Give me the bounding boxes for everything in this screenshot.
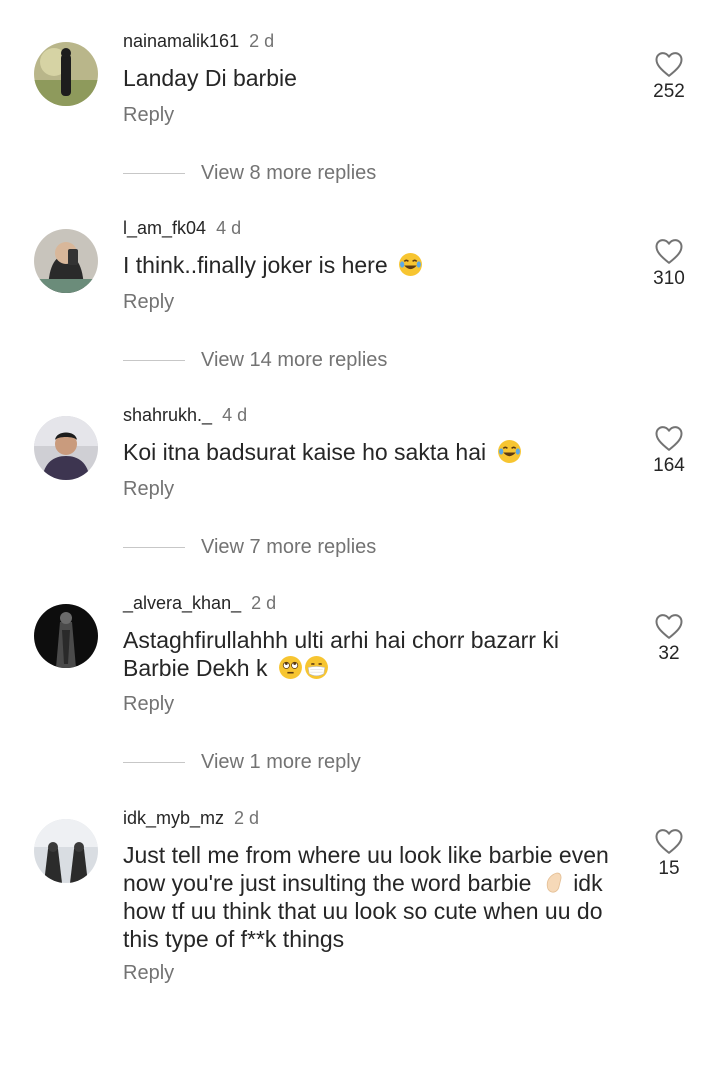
username[interactable]: _alvera_khan_ <box>123 593 241 613</box>
like-count: 310 <box>653 268 685 289</box>
timestamp: 2 d <box>251 593 277 613</box>
divider-line <box>123 762 185 763</box>
username[interactable]: idk_myb_mz <box>123 808 224 828</box>
avatar[interactable] <box>34 229 98 293</box>
avatar[interactable] <box>34 416 98 480</box>
face-with-medical-mask-emoji <box>304 656 328 679</box>
like-group: 15 <box>648 827 690 880</box>
heart-icon[interactable] <box>654 424 684 452</box>
reply-button[interactable]: Reply <box>123 962 174 985</box>
username[interactable]: l_am_fk04 <box>123 218 206 238</box>
like-count: 164 <box>653 455 685 476</box>
like-group: 310 <box>648 237 690 290</box>
like-count: 15 <box>658 858 680 879</box>
avatar[interactable] <box>34 604 98 668</box>
face-with-tears-of-joy-emoji <box>497 440 521 463</box>
view-more-replies[interactable]: View 8 more replies <box>123 162 376 188</box>
raised-hand-emoji <box>546 872 562 893</box>
divider-line <box>123 360 185 361</box>
divider-line <box>123 173 185 174</box>
heart-icon[interactable] <box>654 827 684 855</box>
reply-button[interactable]: Reply <box>123 693 174 716</box>
like-count: 32 <box>658 643 680 664</box>
face-with-tears-of-joy-emoji <box>399 253 422 276</box>
heart-icon[interactable] <box>654 612 684 640</box>
timestamp: 2 d <box>249 31 275 51</box>
timestamp: 4 d <box>222 405 248 425</box>
comment-text: I think..finally joker is here <box>123 251 633 279</box>
avatar[interactable] <box>34 42 98 106</box>
heart-icon[interactable] <box>654 50 684 78</box>
view-more-replies[interactable]: View 14 more replies <box>123 349 387 375</box>
username[interactable]: shahrukh._ <box>123 405 212 425</box>
comment-text: Astaghfirullahhh ulti arhi hai chorr baz… <box>123 627 559 681</box>
comment-text: Just tell me from where uu look like bar… <box>123 842 609 952</box>
reply-button[interactable]: Reply <box>123 291 174 314</box>
like-group: 252 <box>648 50 690 103</box>
view-more-replies[interactable]: View 7 more replies <box>123 536 376 562</box>
avatar[interactable] <box>34 819 98 883</box>
comment-text: Koi itna badsurat kaise ho sakta hai <box>123 438 633 466</box>
timestamp: 2 d <box>234 808 260 828</box>
username[interactable]: nainamalik161 <box>123 31 239 51</box>
view-more-replies[interactable]: View 1 more reply <box>123 751 361 777</box>
like-group: 32 <box>648 612 690 665</box>
divider-line <box>123 547 185 548</box>
like-group: 164 <box>648 424 690 477</box>
face-with-rolling-eyes-emoji <box>278 656 302 679</box>
reply-button[interactable]: Reply <box>123 478 174 501</box>
comment-text: Landay Di barbie <box>123 65 297 91</box>
heart-icon[interactable] <box>654 237 684 265</box>
timestamp: 4 d <box>216 218 242 238</box>
reply-button[interactable]: Reply <box>123 104 174 127</box>
like-count: 252 <box>653 81 685 102</box>
